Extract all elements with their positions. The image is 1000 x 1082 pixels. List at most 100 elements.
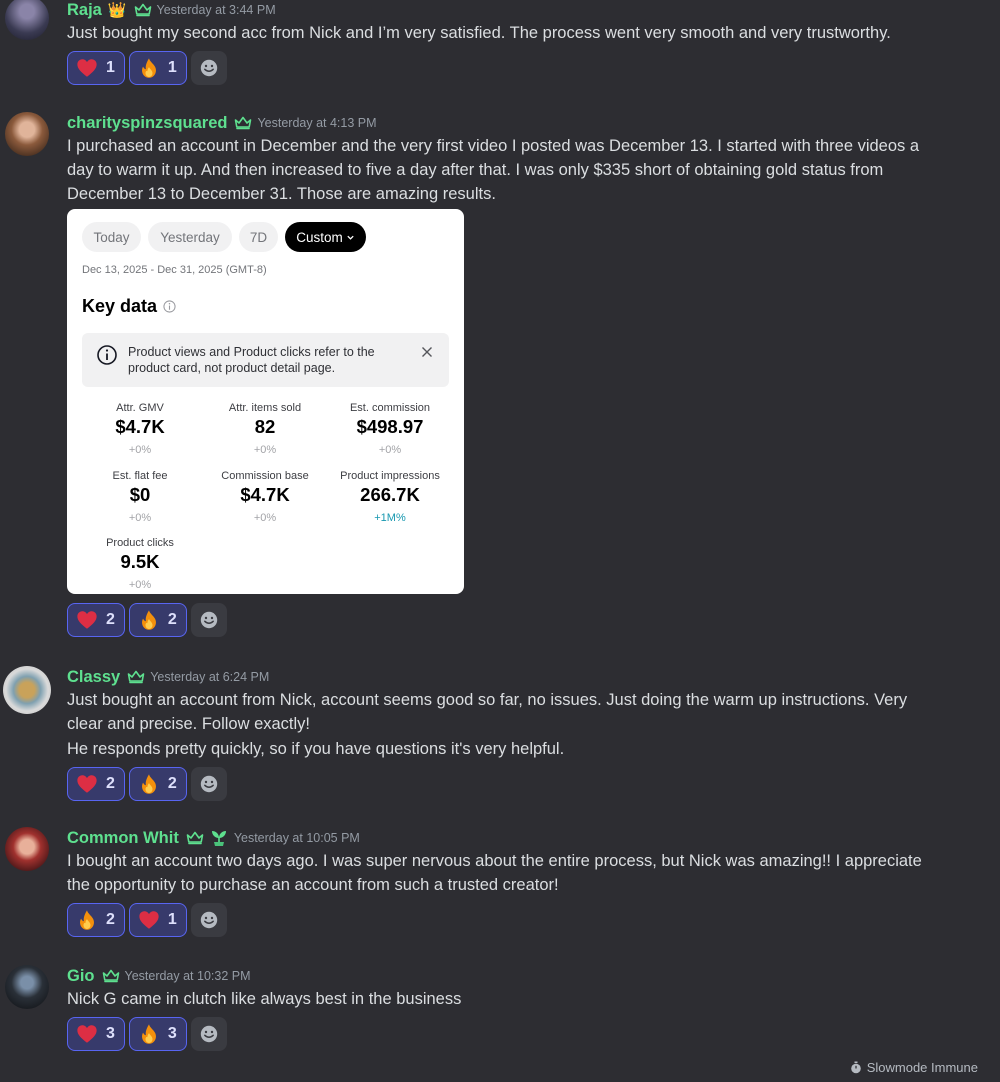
metric-value: 266.7K: [360, 484, 420, 505]
metric-value: $4.7K: [240, 484, 290, 505]
add-reaction-button[interactable]: [190, 767, 227, 801]
crown-icon: [234, 116, 252, 130]
reaction-fire[interactable]: 3: [128, 1017, 187, 1051]
metric-change: +0%: [378, 444, 402, 456]
message-line: Just bought an account from Nick, accoun…: [67, 691, 908, 709]
chevron-down-icon: [347, 235, 354, 240]
tab-custom-label: Custom: [296, 229, 343, 245]
fire-emoji-icon: [138, 773, 160, 795]
avatar[interactable]: [5, 827, 49, 871]
heart-emoji-icon: [76, 1023, 98, 1045]
metric-label: Attr. GMV: [116, 402, 164, 414]
notice-text: Product views and Product clicks refer t…: [128, 345, 375, 375]
add-reaction-button[interactable]: [190, 603, 227, 637]
add-reaction-button[interactable]: [190, 1017, 227, 1051]
reaction-count: 1: [167, 59, 177, 76]
timestamp: Yesterday at 6:24 PM: [150, 670, 270, 684]
tab-custom[interactable]: Custom: [285, 222, 366, 252]
avatar[interactable]: [5, 112, 49, 156]
reaction-fire[interactable]: 2: [128, 767, 187, 801]
metric-attr-items-sold: Attr. items sold 82 +0%: [203, 402, 327, 456]
metric-product-clicks: Product clicks 9.5K +0%: [78, 537, 202, 591]
add-reaction-button[interactable]: [190, 903, 227, 937]
metric-change: +0%: [128, 512, 152, 524]
info-icon: [163, 300, 176, 313]
message-line: December 13 to December 31. Those are am…: [67, 185, 496, 203]
timestamp: Yesterday at 4:13 PM: [257, 116, 377, 130]
embedded-image-card[interactable]: Today Yesterday 7D Custom Dec 13, 2025 -…: [67, 209, 464, 594]
metric-est-commission: Est. commission $498.97 +0%: [328, 402, 452, 456]
reaction-count: 2: [106, 611, 115, 628]
reaction-count: 3: [106, 1025, 115, 1042]
add-reaction-icon: [199, 1024, 219, 1044]
reactions: 1 1: [67, 51, 940, 85]
add-reaction-button[interactable]: [190, 51, 227, 85]
add-reaction-icon: [199, 910, 219, 930]
reaction-heart[interactable]: 3: [67, 1017, 125, 1051]
close-icon[interactable]: [421, 346, 433, 358]
tab-7d[interactable]: 7D: [239, 222, 278, 252]
metric-label: Commission base: [221, 470, 309, 482]
plant-badge-icon: [211, 831, 226, 846]
avatar[interactable]: [5, 0, 49, 40]
key-data-label: Key data: [82, 296, 158, 316]
message-line: clear and precise. Follow exactly!: [67, 715, 311, 733]
metric-value: $0: [129, 484, 151, 505]
message-text: I purchased an account in December and t…: [67, 134, 940, 206]
message-text: I bought an account two days ago. I was …: [67, 849, 940, 897]
reactions: 2 2: [67, 767, 940, 801]
reaction-count: 3: [167, 1025, 177, 1042]
date-range: Dec 13, 2025 - Dec 31, 2025 (GMT-8): [82, 264, 267, 276]
reaction-fire[interactable]: 2: [67, 903, 125, 937]
reaction-count: 2: [106, 775, 115, 792]
reactions: 2 2: [67, 603, 227, 637]
reaction-heart[interactable]: 2: [67, 603, 125, 637]
timestamp: Yesterday at 10:32 PM: [124, 969, 251, 983]
metric-label: Product impressions: [340, 470, 440, 482]
author-name[interactable]: Raja: [67, 1, 102, 20]
message-line: I purchased an account in December and t…: [67, 137, 920, 155]
tab-today[interactable]: Today: [82, 222, 141, 252]
message-text: Just bought an account from Nick, accoun…: [67, 688, 940, 761]
metric-label: Product clicks: [106, 537, 174, 549]
reaction-heart[interactable]: 1: [128, 903, 187, 937]
reactions: 3 3: [67, 1017, 940, 1051]
add-reaction-icon: [199, 774, 219, 794]
avatar[interactable]: [3, 666, 51, 714]
crown-emoji-icon: 👑: [107, 2, 127, 19]
reaction-count: 1: [167, 911, 177, 928]
timestamp: Yesterday at 3:44 PM: [156, 3, 276, 17]
message-line: the opportunity to purchase an account f…: [67, 876, 559, 894]
metric-change: +0%: [253, 512, 277, 524]
crown-icon: [127, 670, 145, 684]
metric-attr-gmv: Attr. GMV $4.7K +0%: [78, 402, 202, 456]
metric-change: +0%: [128, 444, 152, 456]
message-line: day to warm it up. And then increased to…: [67, 161, 884, 179]
crown-icon: [186, 831, 204, 845]
reaction-count: 1: [106, 59, 115, 76]
metric-value: $498.97: [356, 416, 424, 437]
reaction-count: 2: [167, 775, 177, 792]
author-name[interactable]: Gio: [67, 967, 95, 986]
reaction-count: 2: [106, 911, 115, 928]
key-data-title: Key data: [82, 296, 176, 317]
reaction-heart[interactable]: 1: [67, 51, 125, 85]
metric-value: 82: [254, 416, 276, 437]
timestamp: Yesterday at 10:05 PM: [233, 831, 360, 845]
stopwatch-icon: [850, 1061, 861, 1074]
author-name[interactable]: charityspinzsquared: [67, 114, 227, 133]
reaction-count: 2: [167, 611, 177, 628]
author-name[interactable]: Common Whit: [67, 829, 179, 848]
reaction-fire[interactable]: 1: [128, 51, 187, 85]
reaction-fire[interactable]: 2: [128, 603, 187, 637]
metric-product-impressions: Product impressions 266.7K +1M%: [328, 470, 452, 524]
metric-value: $4.7K: [115, 416, 165, 437]
avatar[interactable]: [5, 965, 49, 1009]
reactions: 2 1: [67, 903, 940, 937]
heart-emoji-icon: [76, 57, 98, 79]
reaction-heart[interactable]: 2: [67, 767, 125, 801]
metric-label: Est. commission: [349, 402, 431, 414]
tab-yesterday[interactable]: Yesterday: [148, 222, 232, 252]
author-name[interactable]: Classy: [67, 668, 120, 687]
metric-est-flat-fee: Est. flat fee $0 +0%: [78, 470, 202, 524]
